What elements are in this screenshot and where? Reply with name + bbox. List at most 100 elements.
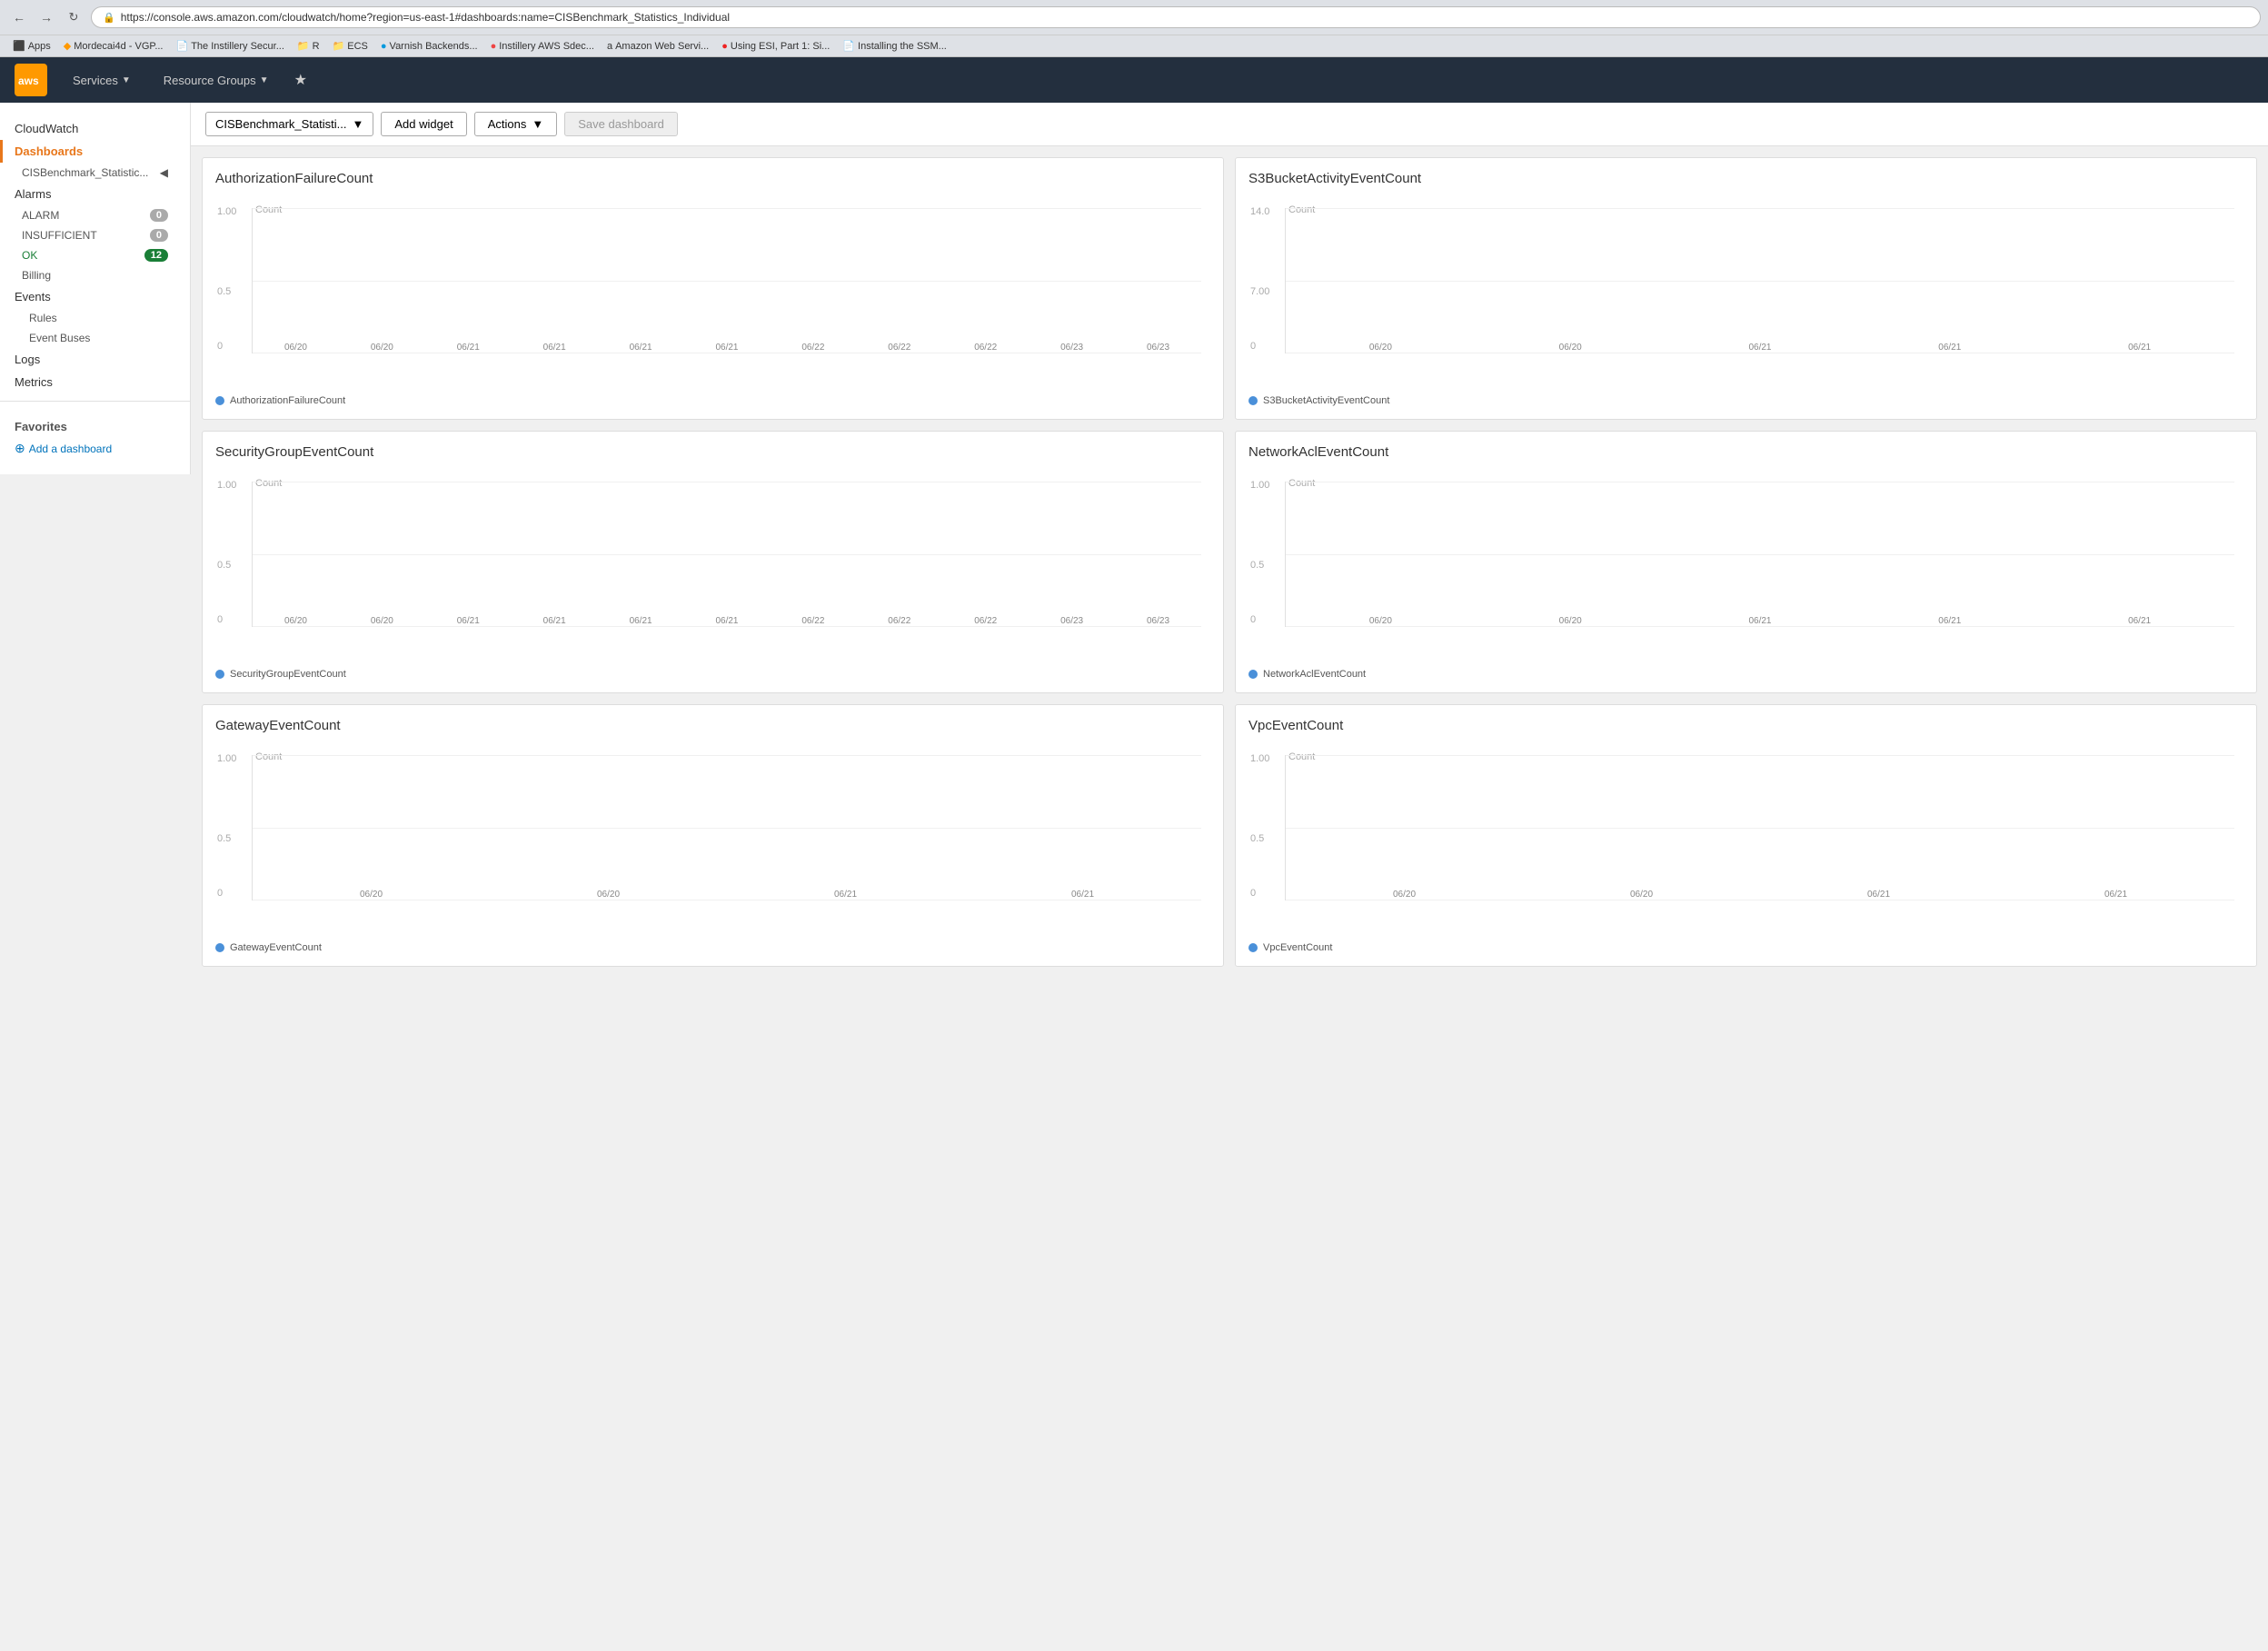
actions-button[interactable]: Actions ▼: [474, 112, 558, 136]
widget-w1[interactable]: AuthorizationFailureCount 1.00 Count 06/…: [202, 157, 1224, 420]
x-label: 06/21: [2104, 890, 2127, 900]
y-min-label-w1: 0: [217, 341, 223, 352]
back-button[interactable]: ←: [7, 5, 31, 29]
gridline-top: [253, 755, 1201, 756]
widget-chart-w5: 1.00 Count 06/2006/2006/2106/21 0.5 0: [215, 737, 1210, 937]
sidebar-item-rules[interactable]: Rules: [0, 308, 190, 328]
x-label: 06/21: [630, 343, 652, 353]
bookmark-esi[interactable]: ● Using ESI, Part 1: Si...: [716, 39, 835, 54]
y-mid-label-w6: 0.5: [1250, 833, 1264, 844]
y-min-label-w3: 0: [217, 614, 223, 625]
bookmark-mordecai-icon: ◆: [64, 40, 71, 52]
browser-nav-buttons: ← → ↻: [7, 5, 85, 29]
sidebar-item-events[interactable]: Events: [0, 285, 190, 308]
services-chevron: ▼: [122, 75, 131, 85]
sidebar-item-cisbenchmark[interactable]: CISBenchmark_Statistic... ◀: [0, 163, 190, 183]
bookmark-mordecai[interactable]: ◆ Mordecai4d - VGP...: [58, 38, 169, 54]
sidebar-item-metrics[interactable]: Metrics: [0, 371, 190, 393]
sidebar-item-event-buses[interactable]: Event Buses: [0, 328, 190, 348]
dashboard-selector[interactable]: CISBenchmark_Statisti... ▼: [205, 112, 373, 136]
x-label: 06/20: [284, 343, 307, 353]
bookmark-varnish[interactable]: ● Varnish Backends...: [375, 39, 483, 54]
main-container: CloudWatch Dashboards CISBenchmark_Stati…: [0, 103, 2268, 1651]
gridline-mid: [1286, 281, 2234, 282]
dashboard-name: CISBenchmark_Statisti...: [215, 117, 347, 131]
bookmark-ecs-label: ECS: [347, 41, 368, 52]
browser-url: https://console.aws.amazon.com/cloudwatc…: [121, 11, 2249, 24]
secure-icon: 🔒: [103, 12, 115, 24]
chart-area-w2: 06/2006/2006/2106/2106/21: [1285, 208, 2234, 353]
star-icon[interactable]: ★: [294, 71, 307, 89]
x-label: 06/23: [1060, 616, 1083, 626]
x-label: 06/21: [1867, 890, 1890, 900]
widget-legend-w4: NetworkAclEventCount: [1248, 669, 2243, 680]
aws-logo[interactable]: aws: [15, 64, 47, 96]
widget-legend-w1: AuthorizationFailureCount: [215, 395, 1210, 406]
y-max-label-w4: 1.00: [1250, 480, 1269, 491]
legend-dot-w6: [1248, 943, 1258, 952]
x-labels-w2: 06/2006/2006/2106/2106/21: [1286, 343, 2234, 353]
sidebar-item-insufficient[interactable]: INSUFFICIENT 0: [0, 225, 190, 245]
x-label: 06/20: [360, 890, 383, 900]
x-label: 06/20: [371, 616, 393, 626]
add-widget-label: Add widget: [394, 117, 453, 131]
sidebar-item-alarms[interactable]: Alarms: [0, 183, 190, 205]
y-min-label-w2: 0: [1250, 341, 1256, 352]
x-label: 06/20: [1369, 616, 1392, 626]
sidebar-item-ok[interactable]: OK 12: [0, 245, 190, 265]
x-label: 06/21: [1938, 616, 1961, 626]
bookmark-ssm[interactable]: 📄 Installing the SSM...: [837, 38, 952, 54]
bookmark-apps-label: Apps: [28, 41, 51, 52]
widget-w3[interactable]: SecurityGroupEventCount 1.00 Count 06/20…: [202, 431, 1224, 693]
bookmark-amazon-web[interactable]: a Amazon Web Servi...: [602, 39, 714, 54]
sidebar-add-dashboard[interactable]: ⊕ Add a dashboard: [0, 437, 190, 460]
ok-label: OK: [22, 249, 37, 262]
bookmark-ecs[interactable]: 📁 ECS: [327, 38, 373, 54]
gridline-mid: [253, 281, 1201, 282]
widget-title-w5: GatewayEventCount: [215, 718, 1210, 733]
actions-label: Actions: [488, 117, 527, 131]
save-dashboard-button[interactable]: Save dashboard: [564, 112, 678, 136]
sidebar-divider: [0, 401, 190, 402]
legend-label-w1: AuthorizationFailureCount: [230, 395, 345, 406]
address-bar[interactable]: 🔒 https://console.aws.amazon.com/cloudwa…: [91, 6, 2261, 28]
widget-title-w3: SecurityGroupEventCount: [215, 444, 1210, 460]
alarm-badge: 0: [150, 209, 168, 222]
sidebar-collapse-arrow: ◀: [160, 166, 168, 179]
y-min-label-w5: 0: [217, 888, 223, 899]
bookmark-mordecai-label: Mordecai4d - VGP...: [74, 41, 163, 52]
content-header: CISBenchmark_Statisti... ▼ Add widget Ac…: [191, 103, 2268, 146]
widget-w4[interactable]: NetworkAclEventCount 1.00 Count 06/2006/…: [1235, 431, 2257, 693]
reload-button[interactable]: ↻: [62, 5, 85, 29]
forward-button[interactable]: →: [35, 5, 58, 29]
widget-w5[interactable]: GatewayEventCount 1.00 Count 06/2006/200…: [202, 704, 1224, 967]
x-labels-w4: 06/2006/2006/2106/2106/21: [1286, 616, 2234, 626]
widget-w6[interactable]: VpcEventCount 1.00 Count 06/2006/2006/21…: [1235, 704, 2257, 967]
x-labels-w1: 06/2006/2006/2106/2106/2106/2106/2206/22…: [253, 343, 1201, 353]
y-mid-label-w4: 0.5: [1250, 560, 1264, 571]
add-widget-button[interactable]: Add widget: [381, 112, 466, 136]
sidebar-item-billing[interactable]: Billing: [0, 265, 190, 285]
widget-legend-w6: VpcEventCount: [1248, 942, 2243, 953]
widget-w2[interactable]: S3BucketActivityEventCount 14.0 Count 06…: [1235, 157, 2257, 420]
dashboard-grid: AuthorizationFailureCount 1.00 Count 06/…: [191, 146, 2268, 978]
sidebar-item-alarm[interactable]: ALARM 0: [0, 205, 190, 225]
bookmark-instillery[interactable]: 📄 The Instillery Secur...: [170, 38, 289, 54]
bookmark-r[interactable]: 📁 R: [292, 38, 325, 54]
x-label: 06/21: [1938, 343, 1961, 353]
resource-groups-nav[interactable]: Resource Groups ▼: [156, 70, 276, 91]
x-labels-w3: 06/2006/2006/2106/2106/2106/2106/2206/22…: [253, 616, 1201, 626]
dashboards-label: Dashboards: [15, 144, 83, 158]
bookmark-esi-label: Using ESI, Part 1: Si...: [731, 41, 830, 52]
bookmark-apps[interactable]: ⬛ Apps: [7, 38, 56, 54]
bookmark-instillery-aws[interactable]: ● Instillery AWS Sdec...: [485, 39, 600, 54]
bookmarks-bar: ⬛ Apps ◆ Mordecai4d - VGP... 📄 The Insti…: [0, 35, 2268, 56]
widget-legend-w2: S3BucketActivityEventCount: [1248, 395, 2243, 406]
sidebar-item-dashboards[interactable]: Dashboards: [0, 140, 190, 163]
widget-chart-w1: 1.00 Count 06/2006/2006/2106/2106/2106/2…: [215, 190, 1210, 390]
event-buses-label: Event Buses: [29, 332, 90, 344]
services-nav[interactable]: Services ▼: [65, 70, 138, 91]
sidebar-item-cloudwatch[interactable]: CloudWatch: [0, 117, 190, 140]
sidebar-item-logs[interactable]: Logs: [0, 348, 190, 371]
y-mid-label-w2: 7.00: [1250, 286, 1269, 297]
